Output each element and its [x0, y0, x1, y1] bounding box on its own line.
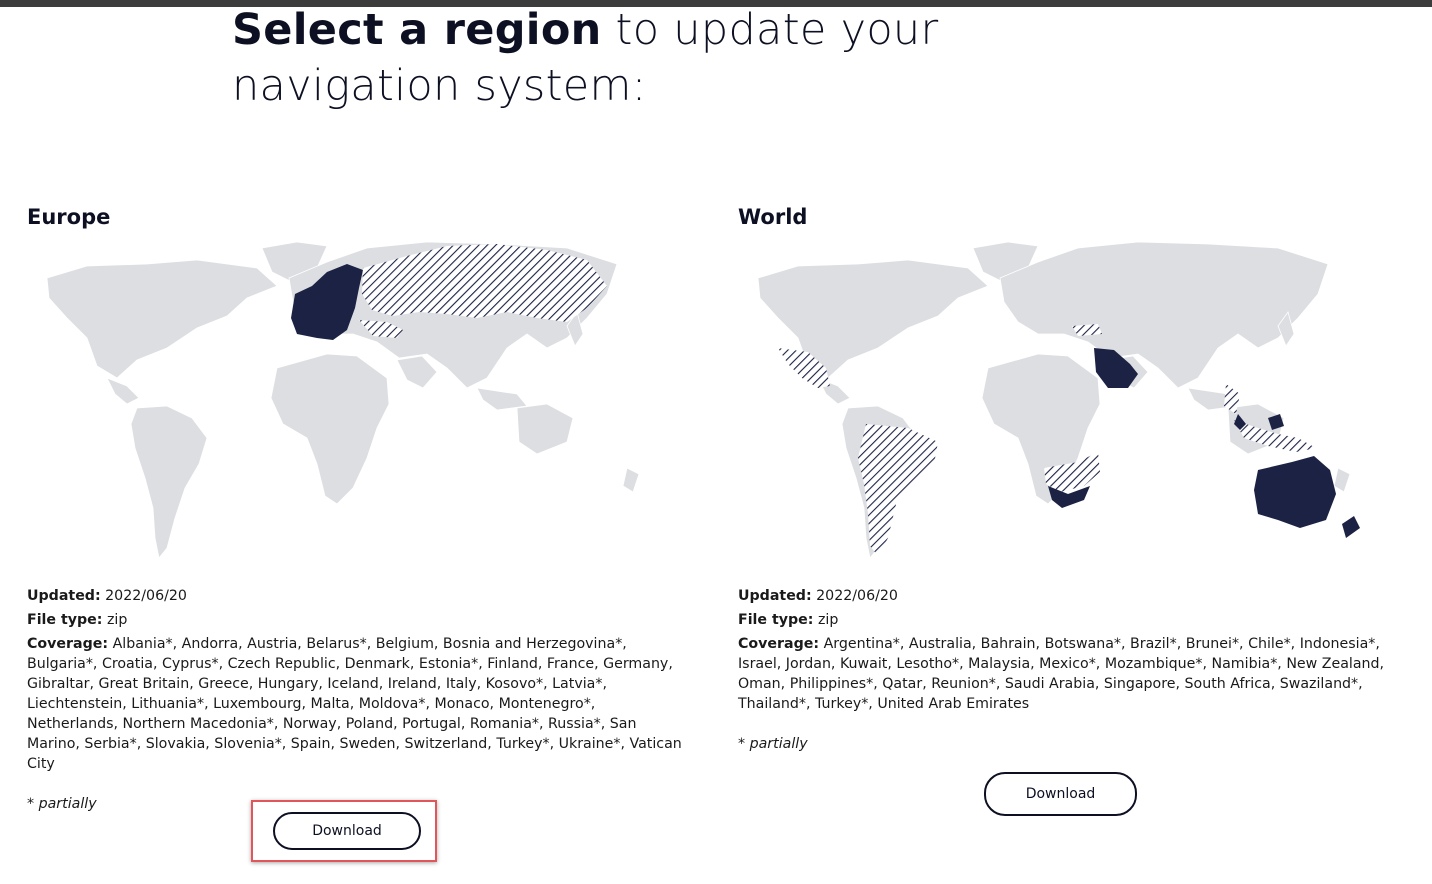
filetype-value: zip [817, 612, 839, 628]
region-world: World Updated: 2022/06/20 File type: zip… [738, 200, 1398, 754]
world-map [757, 241, 1360, 559]
coverage-text: Albania*, Andorra, Austria, Belarus*, Be… [27, 636, 682, 772]
filetype-value: zip [106, 612, 128, 628]
region-info: Updated: 2022/06/20 File type: zip Cover… [738, 586, 1398, 754]
updated-value: 2022/06/20 [105, 588, 187, 604]
coverage-label: Coverage: [738, 636, 820, 652]
filetype-label: File type: [27, 612, 103, 628]
coverage-label: Coverage: [27, 636, 109, 652]
page-title: Select a region to update your navigatio… [232, 2, 992, 114]
download-button-world[interactable]: Download [984, 772, 1137, 816]
updated-label: Updated: [738, 588, 812, 604]
region-europe: Europe Updated: 2022/06/20 File type: zi… [27, 200, 687, 814]
partial-note: * partially [738, 736, 808, 752]
updated-value: 2022/06/20 [816, 588, 898, 604]
region-title: World [738, 205, 808, 229]
filetype-label: File type: [738, 612, 814, 628]
region-title: Europe [27, 205, 111, 229]
coverage-text: Argentina*, Australia, Bahrain, Botswana… [738, 636, 1385, 712]
download-button-europe[interactable]: Download [273, 812, 421, 850]
europe-map [46, 241, 640, 559]
updated-label: Updated: [27, 588, 101, 604]
region-info: Updated: 2022/06/20 File type: zip Cover… [27, 586, 687, 814]
page-title-bold: Select a region [232, 5, 602, 55]
